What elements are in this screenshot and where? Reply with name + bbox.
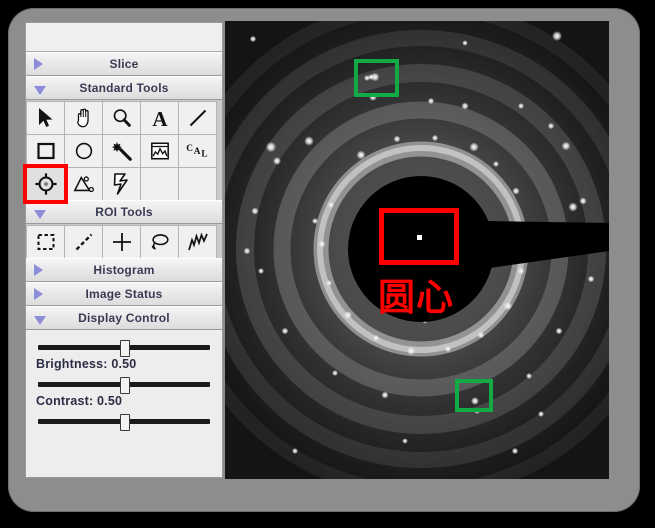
rectangle-icon — [36, 142, 55, 160]
brightness-slider[interactable] — [38, 340, 210, 357]
panel-top-blank — [26, 23, 222, 52]
roi-rect[interactable] — [26, 225, 65, 259]
roi-point[interactable] — [102, 225, 141, 259]
tool-row: A — [26, 101, 222, 135]
tool-row — [26, 225, 222, 259]
center-marker-icon — [415, 233, 424, 242]
tool-pointer[interactable] — [26, 101, 65, 135]
line-icon — [189, 109, 206, 127]
section-header-slice[interactable]: Slice — [26, 52, 222, 76]
dashed-line-icon — [75, 233, 92, 251]
contrast-slider-upper[interactable] — [38, 377, 210, 394]
triangle-right-icon — [34, 288, 43, 300]
triangle-down-icon — [34, 210, 46, 219]
marquee-rect-icon — [37, 234, 54, 250]
triangle-right-icon — [34, 264, 43, 276]
section-label-roi-tools: ROI Tools — [95, 205, 153, 219]
text-icon: A — [152, 107, 168, 129]
svg-text:A: A — [152, 107, 168, 129]
contrast-label: Contrast: 0.50 — [36, 394, 123, 408]
tool-ellipse[interactable] — [64, 134, 103, 168]
magic-wand-icon — [111, 142, 132, 161]
angle-icon — [73, 176, 94, 193]
tool-row: C A L — [26, 134, 222, 168]
tool-angle[interactable] — [64, 167, 103, 201]
section-label-display-control: Display Control — [78, 311, 170, 325]
tool-center-crosshair[interactable] — [23, 164, 68, 204]
tool-spectrum[interactable] — [140, 134, 179, 168]
section-label-slice: Slice — [109, 57, 139, 71]
image-viewer[interactable]: 圆心 — [225, 21, 609, 479]
tool-cal[interactable]: C A L — [178, 134, 217, 168]
section-header-standard-tools[interactable]: Standard Tools — [26, 76, 222, 100]
green-box-top — [354, 59, 399, 97]
svg-text:C: C — [186, 144, 193, 154]
triangle-right-icon — [34, 58, 43, 70]
slider-thumb[interactable] — [120, 340, 130, 357]
standard-tools-grid: A C A L — [23, 100, 222, 204]
tool-empty-1 — [140, 167, 179, 201]
triangle-down-icon — [34, 316, 46, 325]
section-header-histogram[interactable]: Histogram — [26, 258, 222, 282]
svg-text:A: A — [193, 147, 200, 157]
ellipse-icon — [75, 142, 92, 160]
svg-text:L: L — [201, 150, 207, 160]
lasso-icon — [151, 234, 169, 250]
brightness-label: Brightness: 0.50 — [36, 357, 137, 371]
gamma-slider[interactable] — [38, 414, 210, 431]
lightning-icon — [113, 173, 128, 195]
tool-magic-wand[interactable] — [102, 134, 141, 168]
roi-line[interactable] — [64, 225, 103, 259]
freehand-icon — [187, 232, 208, 251]
crosshair-target-icon — [34, 173, 57, 195]
tool-text[interactable]: A — [140, 101, 179, 135]
slider-thumb[interactable] — [120, 377, 130, 394]
tool-diffraction[interactable] — [102, 167, 141, 201]
section-label-image-status: Image Status — [85, 287, 163, 301]
center-annotation-label: 圆心 — [378, 276, 454, 319]
slider-thumb[interactable] — [120, 414, 130, 431]
section-header-image-status[interactable]: Image Status — [26, 282, 222, 306]
section-label-histogram: Histogram — [93, 263, 155, 277]
section-header-display-control[interactable]: Display Control — [26, 306, 222, 330]
tool-row — [23, 164, 222, 204]
magnifier-icon — [113, 109, 131, 127]
cal-icon: C A L — [186, 144, 207, 160]
roi-lasso[interactable] — [140, 225, 179, 259]
display-control-body: Brightness: 0.50 Contrast: 0.50 — [26, 330, 222, 434]
control-panel: Slice Standard Tools A C A L ROI Tools H… — [23, 22, 223, 478]
tool-line[interactable] — [178, 101, 217, 135]
tool-zoom[interactable] — [102, 101, 141, 135]
tool-hand[interactable] — [64, 101, 103, 135]
triangle-down-icon — [34, 86, 46, 95]
section-label-standard-tools: Standard Tools — [79, 81, 169, 95]
roi-freehand[interactable] — [178, 225, 217, 259]
spectrum-icon — [150, 142, 169, 160]
pointer-icon — [38, 108, 52, 127]
tool-rectangle[interactable] — [26, 134, 65, 168]
section-header-roi-tools[interactable]: ROI Tools — [26, 200, 222, 224]
app-root: Slice Standard Tools A C A L ROI Tools H… — [0, 0, 655, 528]
crosshair-roi-icon — [112, 233, 131, 251]
green-box-bottom — [455, 379, 493, 412]
roi-tools-grid — [26, 224, 222, 259]
tool-empty-2 — [178, 167, 217, 201]
hand-icon — [76, 108, 89, 128]
